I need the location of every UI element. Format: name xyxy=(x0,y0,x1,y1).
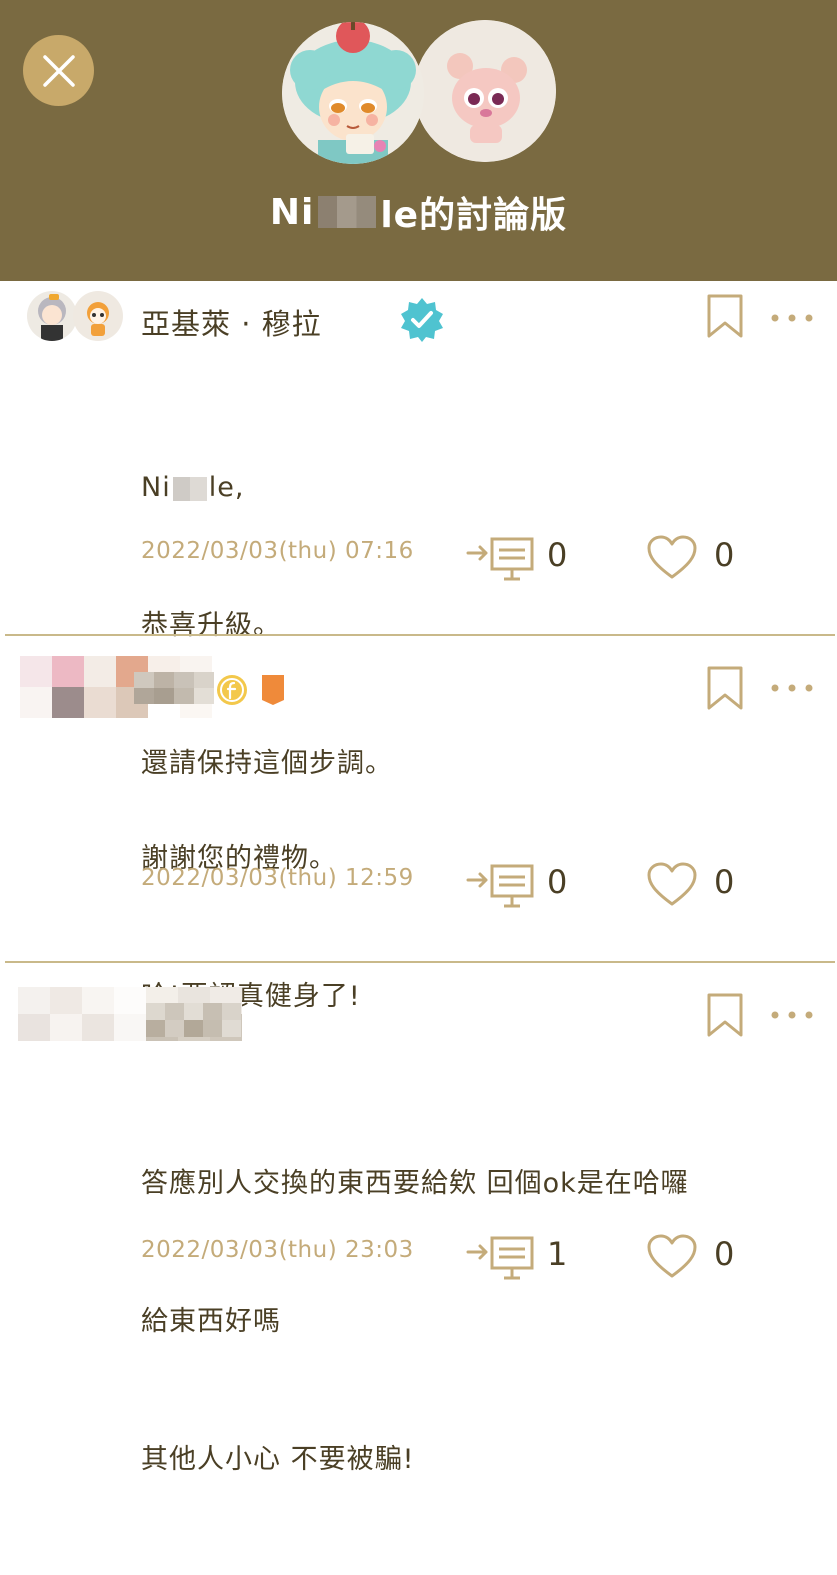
verified-badge-icon xyxy=(401,298,443,342)
like-count: 0 xyxy=(714,1235,735,1273)
author-pet-avatar[interactable] xyxy=(73,291,123,341)
censored-name-block xyxy=(318,196,377,228)
post-card: 謝謝您的禮物。 哈!要認真健身了! 2022/03/03(thu) 12:59 … xyxy=(0,636,837,1012)
reply-count: 0 xyxy=(547,863,568,901)
bookmark-icon[interactable] xyxy=(706,992,744,1038)
more-options-icon[interactable] xyxy=(770,1008,814,1022)
close-button[interactable] xyxy=(23,35,94,106)
reply-icon[interactable] xyxy=(466,533,538,581)
post-body-line: 答應別人交換的東西要給欸 回個ok是在哈囉 xyxy=(141,1168,689,1199)
board-owner-avatar[interactable] xyxy=(282,22,424,164)
censored-author-name[interactable] xyxy=(146,1003,241,1037)
post-card: 答應別人交換的東西要給欸 回個ok是在哈囉 給東西好嗎 其他人小心 不要被騙! … xyxy=(0,963,837,1475)
bookmark-icon[interactable] xyxy=(706,665,744,711)
close-icon xyxy=(42,54,75,87)
reply-count: 0 xyxy=(547,536,568,574)
like-count: 0 xyxy=(714,536,735,574)
post-body-prefix: Ni xyxy=(141,472,171,503)
post-timestamp: 2022/03/03(thu) 12:59 xyxy=(141,865,414,891)
author-avatar[interactable] xyxy=(27,291,77,341)
post-body-line: 給東西好嗎 xyxy=(141,1306,281,1337)
reply-icon[interactable] xyxy=(466,1232,538,1280)
post-card: 亞基萊 · 穆拉 Ni le, 恭喜升級。 還請保持這個步調。 2022/03/0… xyxy=(0,281,837,779)
board-header: Ni le的討論版 xyxy=(0,0,837,281)
like-count: 0 xyxy=(714,863,735,901)
more-options-icon[interactable] xyxy=(770,681,814,695)
post-body: 答應別人交換的東西要給欸 回個ok是在哈囉 給東西好嗎 其他人小心 不要被騙! xyxy=(141,1069,689,1575)
board-title-suffix: le的討論版 xyxy=(380,195,568,236)
post-body-suffix: le, xyxy=(208,472,245,503)
post-body-line: Ni le, xyxy=(141,465,393,511)
reply-icon[interactable] xyxy=(466,860,538,908)
post-timestamp: 2022/03/03(thu) 23:03 xyxy=(141,1237,414,1263)
board-title-prefix: Ni xyxy=(269,191,315,233)
reply-count: 1 xyxy=(547,1235,568,1273)
post-body-line: 其他人小心 不要被騙! xyxy=(141,1444,415,1475)
heart-icon[interactable] xyxy=(646,1233,698,1279)
rank-badge-icon xyxy=(262,675,284,705)
censored-name-block xyxy=(172,476,207,501)
board-title: Ni le的討論版 xyxy=(0,186,837,238)
bookmark-icon[interactable] xyxy=(706,293,744,339)
board-owner-pet-avatar[interactable] xyxy=(414,20,556,162)
heart-icon[interactable] xyxy=(646,861,698,907)
more-options-icon[interactable] xyxy=(770,311,814,325)
post-timestamp: 2022/03/03(thu) 07:16 xyxy=(141,538,414,564)
coin-badge-icon xyxy=(217,675,247,705)
author-name[interactable]: 亞基萊 · 穆拉 xyxy=(141,301,322,343)
censored-author-name[interactable] xyxy=(134,672,214,704)
heart-icon[interactable] xyxy=(646,534,698,580)
